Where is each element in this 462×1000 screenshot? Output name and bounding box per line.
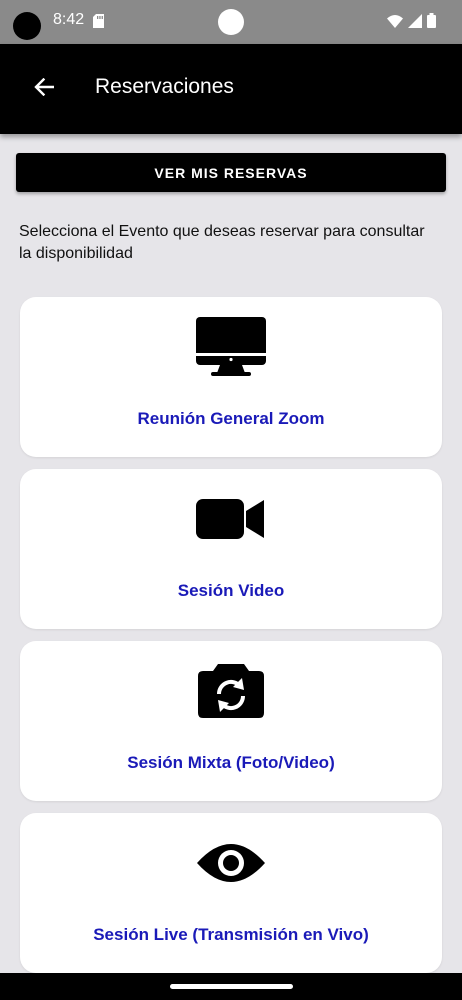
app-bar: Reservaciones bbox=[0, 44, 462, 134]
page-title: Reservaciones bbox=[95, 75, 234, 98]
event-card-reunion-zoom[interactable]: Reunión General Zoom bbox=[20, 297, 442, 457]
ver-mis-reservas-button[interactable]: VER MIS RESERVAS bbox=[16, 153, 446, 192]
home-indicator[interactable] bbox=[170, 984, 293, 989]
event-card-sesion-live[interactable]: Sesión Live (Transmisión en Vivo) bbox=[20, 813, 442, 973]
front-camera-dot bbox=[218, 9, 244, 35]
camera-cutout bbox=[13, 12, 41, 40]
camera-switch-icon bbox=[198, 663, 264, 723]
status-bar: 8:42 bbox=[0, 0, 462, 44]
wifi-icon bbox=[387, 14, 403, 33]
instructions-text: Selecciona el Evento que deseas reservar… bbox=[19, 223, 425, 262]
battery-icon bbox=[427, 13, 436, 33]
eye-icon bbox=[196, 840, 266, 891]
arrow-left-icon bbox=[34, 77, 55, 101]
event-label: Sesión Mixta (Foto/Video) bbox=[127, 753, 335, 772]
monitor-icon bbox=[196, 316, 266, 382]
event-label: Sesión Video bbox=[177, 581, 285, 600]
event-label: Reunión General Zoom bbox=[137, 409, 325, 428]
video-camera-icon bbox=[196, 497, 266, 546]
event-label: Sesión Live (Transmisión en Vivo) bbox=[93, 925, 369, 944]
status-time: 8:42 bbox=[53, 11, 85, 28]
navigation-bar bbox=[0, 973, 462, 1000]
event-card-sesion-mixta[interactable]: Sesión Mixta (Foto/Video) bbox=[20, 641, 442, 801]
sd-card-icon bbox=[93, 14, 104, 33]
status-icons bbox=[387, 13, 436, 33]
signal-icon bbox=[408, 13, 422, 33]
back-button[interactable] bbox=[27, 74, 61, 104]
event-card-sesion-video[interactable]: Sesión Video bbox=[20, 469, 442, 629]
